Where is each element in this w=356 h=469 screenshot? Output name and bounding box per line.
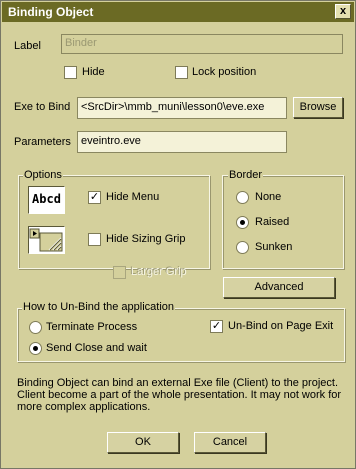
- font-preview-text: Abcd: [32, 192, 61, 206]
- radio-selected-dot: [240, 220, 245, 225]
- unbind-on-page-exit-label: Un-Bind on Page Exit: [228, 320, 334, 332]
- border-raised-label: Raised: [255, 216, 290, 228]
- binding-object-dialog: Binding Object x Label Binder Hide Lock …: [0, 0, 356, 469]
- unbind-group-title: How to Un-Bind the application: [22, 301, 176, 313]
- browse-button-label: Browse: [299, 101, 337, 113]
- parameters-label: Parameters: [14, 136, 71, 148]
- radio-selected-dot: [33, 346, 38, 351]
- window-title: Binding Object: [8, 5, 94, 19]
- checkmark-icon: ✓: [211, 320, 222, 332]
- browse-button[interactable]: Browse: [293, 97, 343, 118]
- ok-button-label: OK: [135, 436, 151, 448]
- send-close-radio[interactable]: [29, 342, 42, 355]
- lock-position-checkbox[interactable]: [175, 66, 188, 79]
- hide-menu-label: Hide Menu: [106, 191, 160, 203]
- sizing-grip-preview-image: [28, 226, 65, 254]
- border-none-radio[interactable]: [236, 191, 249, 204]
- hide-sizing-grip-label: Hide Sizing Grip: [106, 233, 186, 245]
- unbind-on-page-exit-checkbox[interactable]: ✓: [210, 320, 223, 333]
- close-button[interactable]: x: [335, 4, 351, 19]
- advanced-button-label: Advanced: [254, 281, 304, 293]
- hide-checkbox[interactable]: [64, 66, 77, 79]
- hide-sizing-grip-checkbox[interactable]: [88, 233, 101, 246]
- close-icon: x: [339, 5, 347, 17]
- parameters-input[interactable]: eveintro.eve: [77, 131, 287, 153]
- terminate-process-label: Terminate Process: [46, 321, 138, 333]
- larger-grip-checkbox[interactable]: [113, 266, 126, 279]
- sizing-grip-icon: [29, 228, 63, 252]
- label-input[interactable]: Binder: [61, 34, 343, 54]
- hide-menu-checkbox[interactable]: ✓: [88, 191, 101, 204]
- border-raised-radio[interactable]: [236, 216, 249, 229]
- exe-label: Exe to Bind: [14, 101, 71, 113]
- description-text: Binding Object can bind an external Exe …: [17, 377, 342, 413]
- lock-position-label: Lock position: [192, 66, 257, 78]
- border-sunken-label: Sunken: [255, 241, 293, 253]
- title-bar[interactable]: Binding Object x: [2, 2, 354, 22]
- border-none-label: None: [255, 191, 282, 203]
- ok-button[interactable]: OK: [107, 432, 179, 453]
- label-field-label: Label: [14, 40, 41, 52]
- border-group-title: Border: [228, 169, 264, 181]
- send-close-label: Send Close and wait: [46, 342, 147, 354]
- exe-path-input[interactable]: <SrcDir>\mmb_muni\lesson0\eve.exe: [77, 97, 287, 119]
- hide-label: Hide: [82, 66, 105, 78]
- terminate-process-radio[interactable]: [29, 321, 42, 334]
- larger-grip-label: Larger Grip: [131, 266, 187, 278]
- label-input-value: Binder: [65, 37, 97, 49]
- border-sunken-radio[interactable]: [236, 241, 249, 254]
- cancel-button[interactable]: Cancel: [194, 432, 266, 453]
- checkmark-icon: ✓: [89, 191, 100, 203]
- exe-path-value: <SrcDir>\mmb_muni\lesson0\eve.exe: [81, 101, 265, 113]
- advanced-button[interactable]: Advanced: [223, 277, 335, 298]
- font-preview-image: Abcd: [28, 186, 65, 214]
- parameters-value: eveintro.eve: [81, 135, 141, 147]
- options-group-title: Options: [23, 169, 63, 181]
- cancel-button-label: Cancel: [212, 436, 248, 448]
